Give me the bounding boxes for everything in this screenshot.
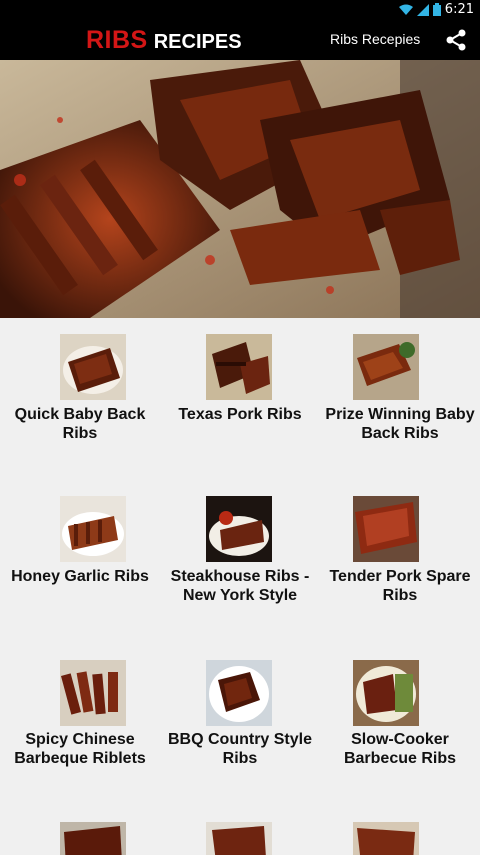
recipe-title: Tender Pork Spare Ribs <box>329 568 471 604</box>
recipe-thumbnail <box>206 496 272 562</box>
signal-icon <box>416 3 429 16</box>
recipe-title: Steakhouse Ribs - New York Style <box>170 568 310 604</box>
battery-icon <box>432 3 441 16</box>
action-bar: RIBS RECIPES Ribs Recepies <box>0 20 480 60</box>
recipe-tile[interactable] <box>320 822 480 855</box>
recipe-title: Spicy Chinese Barbeque Riblets <box>14 731 146 767</box>
recipe-tile[interactable] <box>160 822 320 855</box>
recipe-tile[interactable]: Slow-Cooker Barbecue Ribs <box>320 642 480 822</box>
recipe-tile[interactable]: BBQ Country Style Ribs <box>160 642 320 822</box>
recipe-tile[interactable]: Tender Pork Spare Ribs <box>320 480 480 642</box>
action-bar-title: Ribs Recepies <box>330 31 421 47</box>
recipe-thumbnail <box>60 822 126 855</box>
recipe-thumbnail <box>60 496 126 562</box>
recipe-tile[interactable]: Honey Garlic Ribs <box>0 480 160 642</box>
recipe-tile[interactable]: Quick Baby Back Ribs <box>0 318 160 480</box>
recipe-thumbnail <box>353 822 419 855</box>
hero-banner-image <box>0 60 480 318</box>
status-time: 6:21 <box>444 2 474 17</box>
recipe-thumbnail <box>60 660 126 726</box>
share-button[interactable] <box>444 28 468 52</box>
recipe-thumbnail <box>353 334 419 400</box>
logo-recipes-text: RECIPES <box>153 31 242 53</box>
recipe-thumbnail <box>206 660 272 726</box>
recipe-tile[interactable]: Texas Pork Ribs <box>160 318 320 480</box>
status-icons: 6:21 <box>398 2 474 17</box>
recipe-title: Quick Baby Back Ribs <box>14 406 146 442</box>
recipe-thumbnail <box>353 496 419 562</box>
status-bar: 6:21 <box>0 0 480 20</box>
recipe-title: Prize Winning Baby Back Ribs <box>325 406 475 442</box>
recipe-thumbnail <box>353 660 419 726</box>
recipe-thumbnail <box>60 334 126 400</box>
recipe-tile[interactable]: Prize Winning Baby Back Ribs <box>320 318 480 480</box>
recipe-title: BBQ Country Style Ribs <box>167 731 312 767</box>
recipe-title: Honey Garlic Ribs <box>11 568 149 585</box>
recipe-title: Slow-Cooker Barbecue Ribs <box>343 731 457 767</box>
recipe-thumbnail <box>206 822 272 855</box>
app-logo: RIBS RECIPES <box>86 26 242 55</box>
recipe-grid: Quick Baby Back Ribs Texas Pork Ribs Pri… <box>0 318 480 855</box>
recipe-tile[interactable]: Steakhouse Ribs - New York Style <box>160 480 320 642</box>
logo-ribs-text: RIBS <box>86 26 148 54</box>
recipe-tile[interactable] <box>0 822 160 855</box>
recipe-title: Texas Pork Ribs <box>178 406 302 423</box>
wifi-icon <box>398 4 413 15</box>
recipe-thumbnail <box>206 334 272 400</box>
recipe-tile[interactable]: Spicy Chinese Barbeque Riblets <box>0 642 160 822</box>
share-icon <box>446 29 466 51</box>
